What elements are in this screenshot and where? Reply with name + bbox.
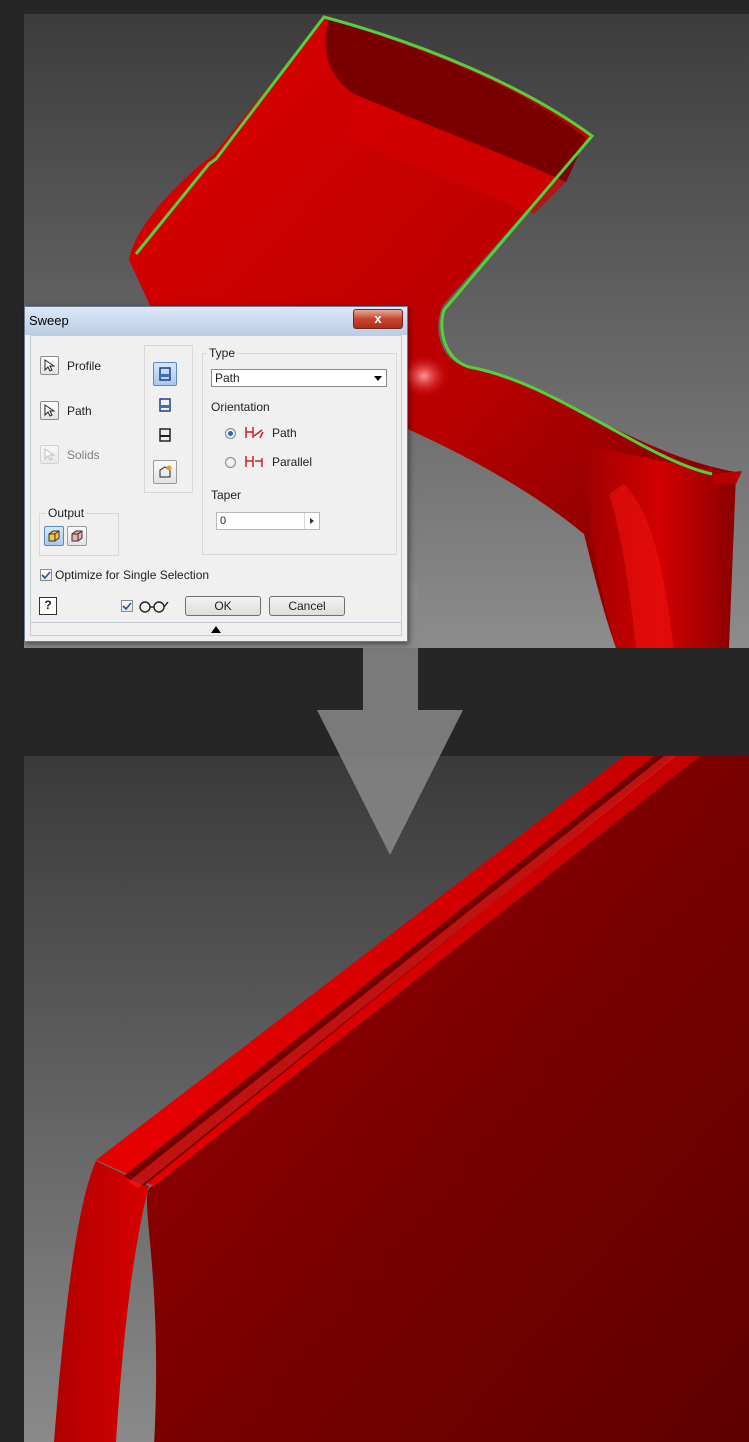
sweep-mode-button-3[interactable] — [153, 423, 177, 447]
taper-input[interactable]: 0 — [216, 512, 320, 530]
bottom-viewport-canvas — [24, 756, 749, 1442]
orientation-parallel-radio[interactable] — [225, 456, 236, 468]
solids-row: Solids — [40, 445, 100, 464]
path-row: Path — [40, 401, 92, 420]
glasses-icon — [139, 601, 169, 613]
path-orientation-icon — [245, 427, 264, 439]
type-dropdown-value: Path — [215, 371, 240, 385]
bottom-viewport[interactable] — [24, 756, 749, 1442]
surface-body-icon — [71, 530, 83, 542]
checkmark-icon — [122, 602, 132, 611]
type-label: Type — [207, 346, 238, 360]
orientation-parallel-label: Parallel — [272, 455, 313, 469]
cursor-arrow-icon — [44, 448, 55, 461]
dialog-expander[interactable] — [31, 622, 401, 635]
profile-select-button[interactable] — [40, 356, 59, 375]
type-dropdown[interactable]: Path — [211, 369, 387, 387]
sweep-mode-icon — [159, 428, 171, 442]
solid-body-icon — [48, 530, 60, 542]
optimize-checkbox[interactable] — [40, 569, 52, 581]
taper-value: 0 — [220, 515, 227, 527]
orientation-path-radio[interactable] — [225, 427, 236, 439]
chevron-down-icon — [374, 376, 382, 381]
path-select-button[interactable] — [40, 401, 59, 420]
optimize-label: Optimize for Single Selection — [55, 568, 210, 582]
orientation-label: Orientation — [211, 400, 270, 414]
path-label: Path — [67, 403, 92, 418]
cursor-arrow-icon — [44, 404, 55, 417]
parallel-orientation-icon — [245, 456, 263, 467]
sweep-mode-icon — [159, 367, 171, 381]
sweep-mode-button-2[interactable] — [153, 393, 177, 417]
output-label: Output — [46, 506, 87, 520]
orientation-parallel-option[interactable]: Parallel — [225, 455, 312, 469]
preview-checkbox[interactable] — [121, 600, 133, 612]
solids-label: Solids — [67, 447, 100, 462]
triangle-up-icon — [211, 625, 221, 633]
orientation-path-label: Path — [272, 426, 297, 440]
orientation-path-option[interactable]: Path — [225, 426, 297, 440]
output-solid-button[interactable] — [44, 526, 64, 546]
cancel-button[interactable]: Cancel — [269, 596, 345, 616]
sweep-mode-button-1[interactable] — [153, 362, 177, 386]
taper-label: Taper — [211, 488, 242, 502]
dialog-title: Sweep — [29, 313, 69, 328]
sweep-mode-column — [144, 345, 193, 493]
profile-label: Profile — [67, 358, 102, 373]
checkmark-icon — [41, 571, 51, 580]
dialog-body: Profile Path Solids Output Type Path Ori… — [30, 335, 402, 636]
help-button[interactable]: ? — [39, 597, 57, 615]
sweep-dialog: Sweep x Profile Path Solids Output Type … — [24, 306, 408, 642]
optimize-row[interactable]: Optimize for Single Selection — [40, 568, 209, 582]
dialog-titlebar[interactable]: Sweep x — [25, 307, 407, 335]
sweep-mode-button-4[interactable] — [153, 460, 177, 484]
profile-row: Profile — [40, 356, 101, 375]
output-surface-button[interactable] — [67, 526, 87, 546]
close-button[interactable]: x — [353, 309, 403, 329]
cursor-arrow-icon — [44, 359, 55, 372]
output-group: Output — [39, 506, 119, 556]
taper-arrow-icon[interactable] — [304, 513, 319, 529]
sweep-mode-icon — [159, 398, 171, 412]
sweep-extents-icon — [159, 465, 172, 478]
preview-toggle[interactable] — [121, 599, 169, 613]
solids-select-button[interactable] — [40, 445, 59, 464]
ok-button[interactable]: OK — [185, 596, 261, 616]
